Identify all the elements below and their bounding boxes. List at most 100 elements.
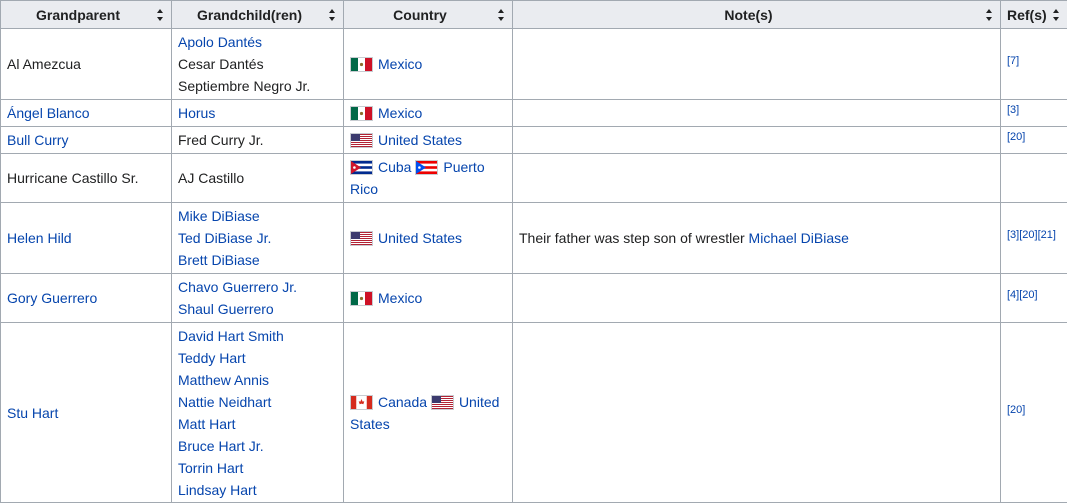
puerto-rico-flag-icon [415, 160, 438, 175]
table-row: Stu Hart David Hart SmithTeddy HartMatthe… [1, 323, 1067, 503]
country-cell: Canada United States [344, 323, 513, 503]
notes-cell [513, 154, 1001, 203]
reference-link[interactable]: [4] [1007, 289, 1019, 301]
grandchildren-cell: David Hart SmithTeddy HartMatthew AnnisN… [172, 323, 344, 503]
grandparent-cell: Bull Curry [1, 127, 172, 154]
sort-icon[interactable] [157, 9, 164, 21]
refs-cell: [3][20][21] [1001, 203, 1067, 274]
grandchild-name: AJ Castillo [178, 167, 337, 189]
country-cell: Mexico [344, 29, 513, 100]
country-link[interactable]: Mexico [378, 105, 422, 121]
grandchild-link[interactable]: Matt Hart [178, 413, 337, 435]
notes-cell [513, 29, 1001, 100]
grandparent-link[interactable]: Gory Guerrero [7, 290, 97, 306]
refs-cell: [4][20] [1001, 274, 1067, 323]
grandchild-link[interactable]: Teddy Hart [178, 347, 337, 369]
grandparent-name: Al Amezcua [7, 56, 81, 72]
country-link[interactable]: Mexico [378, 56, 422, 72]
table-row: Ángel Blanco Horus Mexico [3] [1, 100, 1067, 127]
usa-flag-icon [350, 231, 373, 246]
country-cell: Mexico [344, 274, 513, 323]
grandchild-link[interactable]: Bruce Hart Jr. [178, 435, 337, 457]
usa-flag-icon [431, 395, 454, 410]
notes-cell [513, 323, 1001, 503]
reference-link[interactable]: [3] [1007, 104, 1019, 116]
grandchild-link[interactable]: Lindsay Hart [178, 479, 337, 501]
cuba-flag-icon [350, 160, 373, 175]
grandchild-link[interactable]: Apolo Dantés [178, 31, 337, 53]
reference-link[interactable]: [7] [1007, 55, 1019, 67]
column-header-notes[interactable]: Note(s) [513, 1, 1001, 29]
mexico-flag-icon [350, 106, 373, 121]
table-row: Gory Guerrero Chavo Guerrero Jr.Shaul Gue… [1, 274, 1067, 323]
usa-flag-icon [350, 133, 373, 148]
grandchild-name: Cesar Dantés [178, 53, 337, 75]
note-text: Their father was step son of wrestler [519, 230, 749, 246]
grandchildren-cell: Horus [172, 100, 344, 127]
country-link[interactable]: Canada [378, 394, 427, 410]
column-header-grandparent[interactable]: Grandparent [1, 1, 172, 29]
grandparent-link[interactable]: Bull Curry [7, 132, 68, 148]
grandchildren-cell: Apolo DantésCesar DantésSeptiembre Negro… [172, 29, 344, 100]
grandchild-name: Fred Curry Jr. [178, 129, 337, 151]
grandparent-link[interactable]: Helen Hild [7, 230, 72, 246]
grandchild-link[interactable]: Matthew Annis [178, 369, 337, 391]
sort-icon[interactable] [1053, 9, 1060, 21]
refs-cell [1001, 154, 1067, 203]
grandchild-link[interactable]: David Hart Smith [178, 325, 337, 347]
reference-link[interactable]: [3] [1007, 229, 1019, 241]
grandchild-link[interactable]: Chavo Guerrero Jr. [178, 276, 337, 298]
grandparent-cell: Ángel Blanco [1, 100, 172, 127]
table-row: Bull Curry Fred Curry Jr. United States [20… [1, 127, 1067, 154]
reference-link[interactable]: [20] [1019, 289, 1037, 301]
mexico-flag-icon [350, 57, 373, 72]
header-row: Grandparent Grandchild(ren) Country Note… [1, 1, 1067, 29]
grandchild-link[interactable]: Horus [178, 102, 337, 124]
grandchild-link[interactable]: Shaul Guerrero [178, 298, 337, 320]
note-link[interactable]: Michael DiBiase [749, 230, 849, 246]
country-link[interactable]: United States [378, 132, 462, 148]
grandparent-cell: Stu Hart [1, 323, 172, 503]
notes-cell [513, 274, 1001, 323]
grandchild-link[interactable]: Nattie Neidhart [178, 391, 337, 413]
sort-icon[interactable] [329, 9, 336, 21]
sort-icon[interactable] [498, 9, 505, 21]
grandchild-link[interactable]: Mike DiBiase [178, 205, 337, 227]
grandparents-table: Grandparent Grandchild(ren) Country Note… [0, 0, 1067, 503]
reference-link[interactable]: [21] [1038, 229, 1056, 241]
grandparent-link[interactable]: Ángel Blanco [7, 105, 90, 121]
grandchild-link[interactable]: Torrin Hart [178, 457, 337, 479]
notes-cell [513, 100, 1001, 127]
notes-cell: Their father was step son of wrestler Mi… [513, 203, 1001, 274]
refs-cell: [20] [1001, 127, 1067, 154]
grandchild-link[interactable]: Ted DiBiase Jr. [178, 227, 337, 249]
grandchild-link[interactable]: Brett DiBiase [178, 249, 337, 271]
country-link[interactable]: Mexico [378, 290, 422, 306]
grandparent-link[interactable]: Stu Hart [7, 405, 58, 421]
reference-link[interactable]: [20] [1007, 404, 1025, 416]
refs-cell: [20] [1001, 323, 1067, 503]
table-row: Hurricane Castillo Sr.AJ CastilloCuba Pu… [1, 154, 1067, 203]
canada-flag-icon [350, 395, 373, 410]
column-header-grandchildren[interactable]: Grandchild(ren) [172, 1, 344, 29]
country-cell: Mexico [344, 100, 513, 127]
country-link[interactable]: United States [378, 230, 462, 246]
column-header-refs[interactable]: Ref(s) [1001, 1, 1067, 29]
country-cell: Cuba Puerto Rico [344, 154, 513, 203]
notes-cell [513, 127, 1001, 154]
refs-cell: [3] [1001, 100, 1067, 127]
reference-link[interactable]: [20] [1007, 131, 1025, 143]
grandparent-cell: Al Amezcua [1, 29, 172, 100]
column-header-country[interactable]: Country [344, 1, 513, 29]
grandchildren-cell: Fred Curry Jr. [172, 127, 344, 154]
table-row: Helen Hild Mike DiBiaseTed DiBiase Jr.Bre… [1, 203, 1067, 274]
grandchildren-cell: AJ Castillo [172, 154, 344, 203]
reference-link[interactable]: [20] [1019, 229, 1037, 241]
mexico-flag-icon [350, 291, 373, 306]
grandchildren-cell: Chavo Guerrero Jr.Shaul Guerrero [172, 274, 344, 323]
grandparent-cell: Helen Hild [1, 203, 172, 274]
country-cell: United States [344, 203, 513, 274]
country-link[interactable]: Cuba [378, 159, 411, 175]
refs-cell: [7] [1001, 29, 1067, 100]
sort-icon[interactable] [986, 9, 993, 21]
